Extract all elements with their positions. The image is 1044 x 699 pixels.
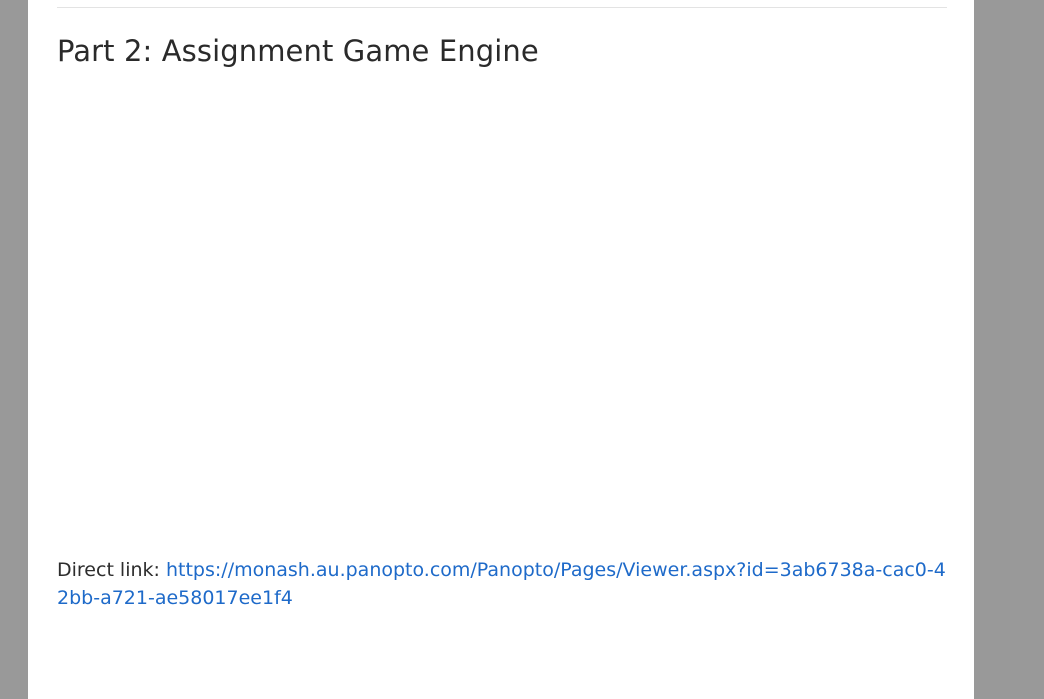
- section-title: Part 2: Assignment Game Engine: [57, 34, 539, 68]
- section-divider: [57, 7, 947, 8]
- content-page: Part 2: Assignment Game Engine Direct li…: [28, 0, 974, 699]
- direct-link-paragraph: Direct link: https://monash.au.panopto.c…: [57, 556, 947, 612]
- video-embed-area[interactable]: [57, 92, 947, 532]
- panopto-viewer-link[interactable]: https://monash.au.panopto.com/Panopto/Pa…: [57, 559, 946, 609]
- direct-link-label: Direct link:: [57, 559, 166, 581]
